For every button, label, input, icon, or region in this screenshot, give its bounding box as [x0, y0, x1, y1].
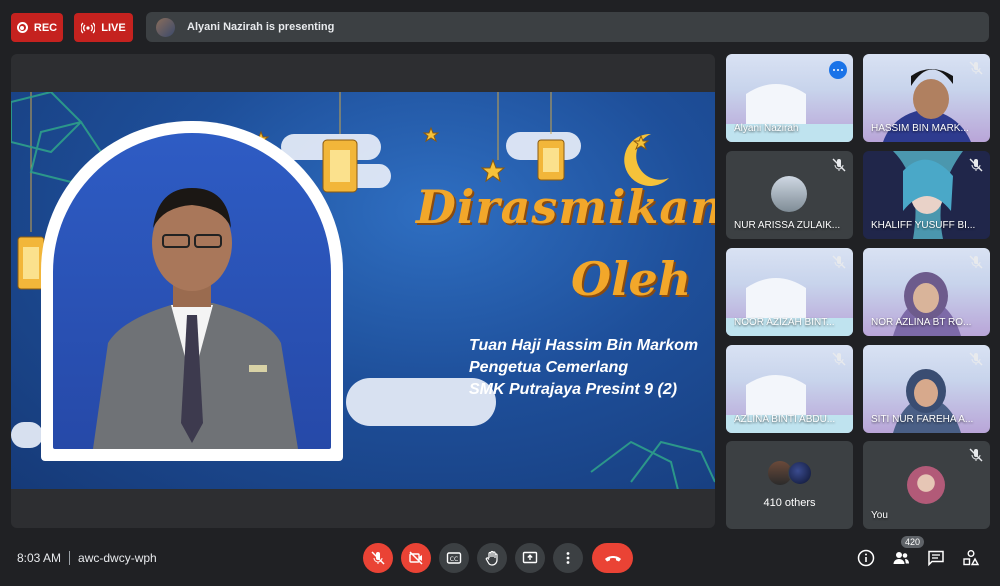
speaker-school: SMK Putrajaya Presint 9 (2)	[469, 381, 678, 398]
bottom-control-bar: 8:03 AM awc-dwcy-wph CC 420	[0, 535, 1000, 586]
meeting-details: 8:03 AM awc-dwcy-wph	[17, 551, 157, 565]
slide-title-line2: Oleh	[571, 252, 692, 306]
svg-text:CC: CC	[450, 556, 458, 563]
presentation-slide: Dirasmikan Oleh Tuan Haji Hassim Bin Mar…	[11, 92, 715, 489]
avatar	[771, 176, 807, 212]
participant-name: AZLINA BINTI ABDU...	[734, 414, 836, 425]
end-call-button[interactable]	[592, 543, 633, 573]
participant-name: NOR AZLINA BT RO...	[871, 317, 972, 328]
more-options-icon	[566, 552, 570, 564]
mic-off-icon	[371, 551, 385, 565]
mic-off-icon	[969, 255, 983, 269]
speaker-role: Pengetua Cemerlang	[469, 359, 629, 376]
speaker-figure	[93, 188, 298, 449]
people-count-badge: 420	[901, 536, 925, 548]
speaker-photo	[53, 133, 331, 449]
mic-off-icon	[832, 255, 846, 269]
participant-tile[interactable]: Alyani Nazirah	[726, 54, 853, 142]
rec-label: REC	[33, 21, 58, 34]
speaker-name: Tuan Haji Hassim Bin Markom	[469, 337, 699, 354]
mic-off-icon	[969, 352, 983, 366]
mic-off-icon	[969, 158, 983, 172]
mic-off-icon	[969, 61, 983, 75]
presentation-stage: Dirasmikan Oleh Tuan Haji Hassim Bin Mar…	[11, 54, 715, 528]
participant-tile[interactable]: NOR AZLINA BT RO...	[863, 248, 990, 336]
presenter-avatar	[156, 17, 175, 37]
mic-off-icon	[969, 448, 983, 462]
recording-button[interactable]: REC	[11, 13, 63, 42]
chat-button[interactable]	[925, 547, 947, 569]
raise-hand-button[interactable]	[477, 543, 507, 573]
self-name: You	[871, 510, 888, 521]
participant-name: HASSIM BIN MARK...	[871, 123, 969, 134]
avatar	[788, 461, 812, 485]
info-icon	[857, 549, 875, 567]
live-button[interactable]: LIVE	[74, 13, 133, 42]
participant-name: NUR ARISSA ZULAIK...	[734, 220, 841, 231]
record-icon	[16, 22, 28, 33]
participant-tile[interactable]: NUR ARISSA ZULAIK...	[726, 151, 853, 239]
people-icon	[893, 552, 909, 564]
activities-icon	[963, 550, 980, 566]
others-count: 410 others	[763, 497, 816, 509]
present-now-button[interactable]	[515, 543, 545, 573]
participant-tile[interactable]: KHALIFF YUSUFF BI...	[863, 151, 990, 239]
meeting-details-button[interactable]	[855, 547, 877, 569]
participant-name: Alyani Nazirah	[734, 123, 799, 134]
speaker-arch-frame	[41, 121, 343, 461]
live-label: LIVE	[101, 21, 126, 34]
presenting-banner: Alyani Nazirah is presenting	[146, 12, 989, 42]
toggle-camera-button[interactable]	[401, 543, 431, 573]
avatar	[907, 466, 945, 504]
toggle-mic-button[interactable]	[363, 543, 393, 573]
people-button[interactable]	[890, 547, 912, 569]
self-tile[interactable]: You	[863, 441, 990, 529]
activities-button[interactable]	[960, 547, 982, 569]
live-icon	[81, 22, 96, 33]
top-bar: REC LIVE Alyani Nazirah is presenting	[0, 0, 1000, 54]
participant-tile[interactable]: SITI NUR FAREHA A...	[863, 345, 990, 433]
end-call-icon	[604, 556, 621, 562]
camera-off-icon	[409, 551, 423, 565]
more-options-icon[interactable]	[829, 61, 847, 79]
slide-title-line1: Dirasmikan	[416, 180, 715, 234]
present-icon	[522, 551, 538, 564]
divider	[69, 551, 71, 565]
participant-name: SITI NUR FAREHA A...	[871, 414, 974, 425]
more-options-button[interactable]	[553, 543, 583, 573]
raise-hand-icon	[485, 550, 498, 566]
mic-off-icon	[832, 158, 846, 172]
captions-button[interactable]: CC	[439, 543, 469, 573]
participant-name: KHALIFF YUSUFF BI...	[871, 220, 976, 231]
mic-off-icon	[832, 352, 846, 366]
captions-icon: CC	[446, 552, 462, 564]
presenting-text: Alyani Nazirah is presenting	[187, 21, 335, 33]
meeting-code: awc-dwcy-wph	[78, 551, 157, 565]
current-time: 8:03 AM	[17, 551, 62, 565]
others-tile[interactable]: 410 others	[726, 441, 853, 529]
participant-name: NOOR AZIZAH BINT...	[734, 317, 835, 328]
participant-tile[interactable]: NOOR AZIZAH BINT...	[726, 248, 853, 336]
participant-tile[interactable]: AZLINA BINTI ABDU...	[726, 345, 853, 433]
chat-icon	[928, 550, 944, 567]
participant-tile[interactable]: HASSIM BIN MARK...	[863, 54, 990, 142]
